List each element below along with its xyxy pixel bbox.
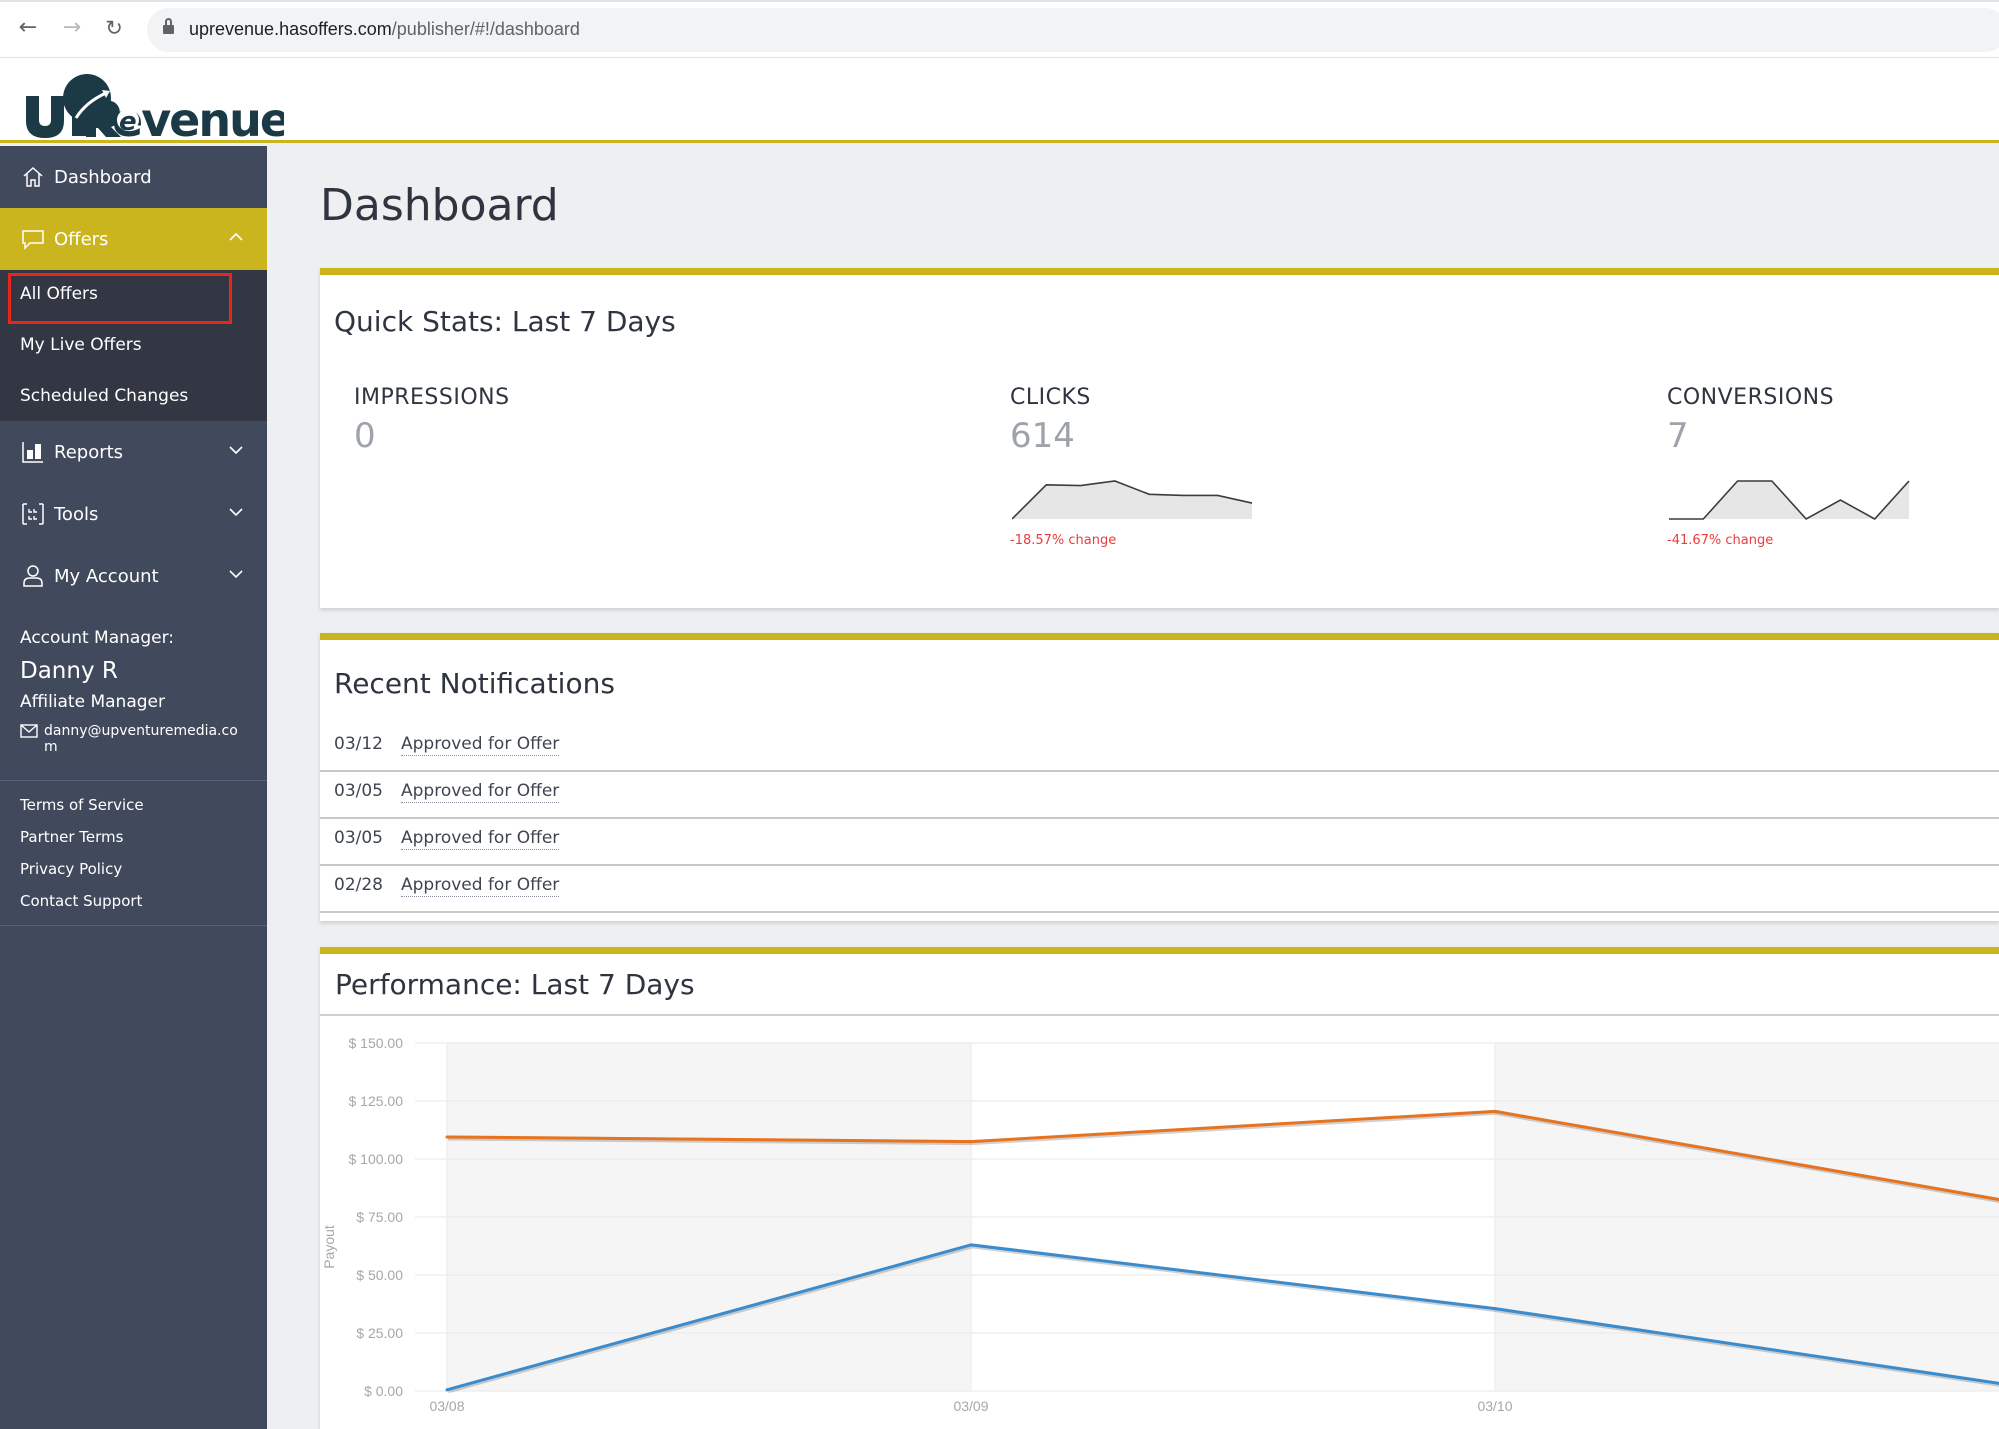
chevron-down-icon[interactable] (229, 443, 243, 457)
sidebar-item-my-account[interactable]: My Account (0, 545, 267, 607)
sidebar-item-reports[interactable]: Reports (0, 421, 267, 483)
lock-icon (163, 18, 174, 35)
sidebar-item-dashboard[interactable]: Dashboard (0, 146, 267, 208)
stat-label: CONVERSIONS (1667, 385, 1835, 410)
notification-date: 02/28 (334, 875, 383, 895)
y-tick-label: $ 25.00 (356, 1325, 403, 1341)
sidebar: Dashboard Offers All Offers My Live Offe… (0, 146, 267, 1429)
sidebar-item-label: My Account (54, 565, 159, 587)
chevron-down-icon[interactable] (229, 567, 243, 581)
submenu-my-live-offers[interactable]: My Live Offers (20, 335, 142, 355)
stat-label: IMPRESSIONS (354, 385, 510, 410)
link-partner-terms[interactable]: Partner Terms (20, 828, 123, 846)
account-manager-role: Affiliate Manager (20, 692, 165, 712)
x-tick-label: 03/10 (1477, 1398, 1512, 1414)
app-header: evenue e (0, 58, 1999, 143)
sidebar-item-tools[interactable]: Tools (0, 483, 267, 545)
sidebar-item-label: Offers (54, 228, 109, 250)
stat-value: 7 (1667, 416, 1689, 456)
notification-link[interactable]: Approved for Offer (401, 734, 560, 756)
arrow-left-icon[interactable]: ← (14, 14, 42, 42)
conversions-change: -41.67% change (1667, 533, 1774, 548)
reload-icon[interactable]: ↻ (100, 14, 128, 42)
highlight-annotation-box (8, 273, 232, 324)
notification-row[interactable]: 03/12 Approved for Offer (320, 725, 1999, 772)
account-manager-email[interactable]: danny@upventuremedia.com (20, 723, 250, 755)
tab-strip-edge (0, 0, 1999, 2)
stat-clicks: CLICKS 614 (1010, 385, 1091, 456)
y-tick-label: $ 150.00 (349, 1035, 404, 1051)
clicks-change: -18.57% change (1010, 533, 1117, 548)
user-icon (20, 563, 46, 589)
blue-series-point[interactable] (969, 1243, 973, 1247)
blue-series-point[interactable] (445, 1388, 449, 1392)
notification-link[interactable]: Approved for Offer (401, 875, 560, 897)
uprevenue-logo[interactable]: evenue e (24, 68, 284, 138)
y-tick-label: $ 125.00 (349, 1093, 404, 1109)
chevron-down-icon[interactable] (229, 505, 243, 519)
link-contact-support[interactable]: Contact Support (20, 892, 142, 910)
quick-stats-title: Quick Stats: Last 7 Days (334, 305, 676, 338)
orange-series-point[interactable] (445, 1135, 449, 1139)
notification-row[interactable]: 03/05 Approved for Offer (320, 772, 1999, 819)
envelope-icon (20, 724, 40, 755)
submenu-scheduled-changes[interactable]: Scheduled Changes (20, 386, 188, 406)
notification-date: 03/05 (334, 781, 383, 801)
quick-stats-card: Quick Stats: Last 7 Days IMPRESSIONS 0 C… (320, 268, 1999, 608)
chevron-up-icon[interactable] (229, 230, 243, 244)
link-terms-of-service[interactable]: Terms of Service (20, 796, 144, 814)
sidebar-item-offers[interactable]: Offers (0, 208, 267, 270)
sidebar-divider (0, 925, 267, 926)
conversions-sparkline (1669, 480, 1910, 521)
stat-impressions: IMPRESSIONS 0 (354, 385, 510, 456)
sidebar-divider (0, 780, 267, 781)
orange-series-point[interactable] (969, 1140, 973, 1144)
notification-link[interactable]: Approved for Offer (401, 781, 560, 803)
stat-conversions: CONVERSIONS 7 (1667, 385, 1834, 456)
x-tick-label: 03/09 (953, 1398, 988, 1414)
sidebar-item-label: Reports (54, 441, 124, 463)
link-privacy-policy[interactable]: Privacy Policy (20, 860, 122, 878)
arrow-right-icon[interactable]: → (58, 14, 86, 42)
stat-value: 614 (1010, 416, 1075, 456)
sidebar-item-label: Tools (54, 503, 99, 525)
account-manager-label: Account Manager: (20, 628, 174, 648)
browser-toolbar: ← → ↻ uprevenue.hasoffers.com/publisher/… (0, 0, 1999, 58)
url-host: uprevenue.hasoffers.com (189, 19, 392, 39)
clicks-sparkline-area (1012, 481, 1252, 519)
page-title: Dashboard (320, 180, 559, 231)
performance-chart: $ 0.00 $ 25.00 $ 50.00 $ 75.00 $ 100.00 $ 125… (321, 1035, 1999, 1414)
performance-card: Performance: Last 7 Days $ 0.00 $ 25.00 $ … (320, 947, 1999, 1429)
y-tick-label: $ 100.00 (349, 1151, 404, 1167)
recent-notifications-card: Recent Notifications 03/12 Approved for … (320, 633, 1999, 921)
orange-series-point[interactable] (1493, 1109, 1497, 1113)
y-tick-label: $ 50.00 (356, 1267, 403, 1283)
y-axis-label: Payout (321, 1225, 337, 1269)
stat-value: 0 (354, 416, 376, 456)
notification-date: 03/05 (334, 828, 383, 848)
notification-row[interactable]: 02/28 Approved for Offer (320, 866, 1999, 913)
notification-row[interactable]: 03/05 Approved for Offer (320, 819, 1999, 866)
svg-text:e: e (119, 107, 137, 137)
url-text[interactable]: uprevenue.hasoffers.com/publisher/#!/das… (189, 19, 580, 40)
y-tick-label: $ 0.00 (364, 1383, 403, 1399)
address-bar[interactable]: uprevenue.hasoffers.com/publisher/#!/das… (147, 8, 1999, 52)
sidebar-item-label: Dashboard (54, 166, 152, 188)
bar-chart-icon (20, 439, 46, 465)
notifications-title: Recent Notifications (334, 667, 615, 700)
home-icon (20, 164, 46, 190)
notification-link[interactable]: Approved for Offer (401, 828, 560, 850)
blue-series-point[interactable] (1493, 1307, 1497, 1311)
tools-grid-icon (20, 501, 46, 527)
clicks-sparkline (1012, 480, 1253, 520)
url-path: /publisher/#!/dashboard (391, 19, 580, 39)
x-tick-label: 03/08 (429, 1398, 464, 1414)
y-tick-label: $ 75.00 (356, 1209, 403, 1225)
email-text[interactable]: danny@upventuremedia.com (44, 723, 250, 755)
stat-label: CLICKS (1010, 385, 1091, 410)
notification-date: 03/12 (334, 734, 383, 754)
account-manager-name: Danny R (20, 658, 118, 684)
speech-bubble-icon (20, 226, 46, 252)
